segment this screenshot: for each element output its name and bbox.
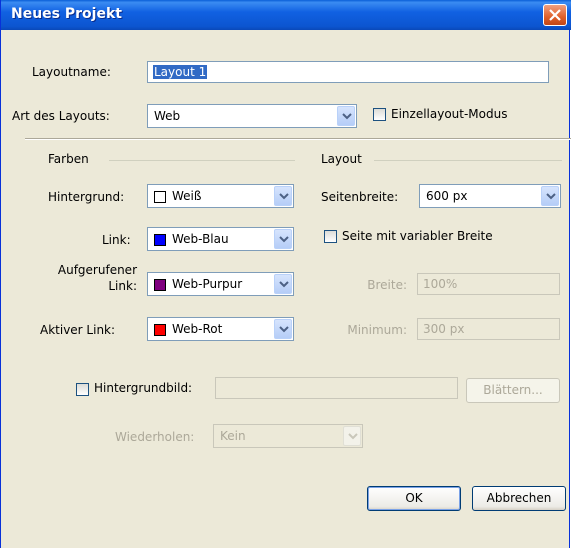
- background-color-dropdown[interactable]: Weiß: [147, 184, 294, 208]
- separator: [25, 138, 571, 140]
- layout-type-dropdown[interactable]: Web: [147, 104, 357, 128]
- chevron-down-icon[interactable]: [274, 229, 292, 249]
- close-button[interactable]: [543, 4, 567, 26]
- width-label: Breite:: [367, 278, 407, 292]
- minimum-input[interactable]: 300 px: [417, 318, 560, 340]
- page-width-dropdown[interactable]: 600 px: [419, 184, 561, 208]
- variable-width-checkbox[interactable]: [324, 230, 337, 243]
- page-width-value: 600 px: [426, 189, 468, 203]
- background-color-label: Hintergrund:: [48, 190, 125, 204]
- layoutname-value: Layout 1: [153, 65, 208, 79]
- background-image-checkbox[interactable]: [76, 383, 89, 396]
- layout-group-line: [374, 160, 562, 161]
- window-title: Neues Projekt: [11, 6, 122, 22]
- width-value: 100%: [423, 277, 458, 291]
- background-image-label: Hintergrundbild:: [94, 381, 193, 395]
- layout-group-label: Layout: [321, 152, 362, 166]
- title-bar[interactable]: Neues Projekt: [1, 0, 571, 30]
- page-width-label: Seitenbreite:: [321, 190, 399, 204]
- layout-type-value: Web: [154, 109, 181, 123]
- active-link-color-dropdown[interactable]: Web-Rot: [147, 317, 294, 341]
- repeat-label: Wiederholen:: [115, 430, 195, 444]
- variable-width-label: Seite mit variabler Breite: [342, 229, 493, 243]
- active-link-color-swatch: [154, 324, 166, 336]
- new-project-dialog: Neues Projekt Layoutname: Layout 1 Art d…: [0, 0, 571, 548]
- active-link-color-value: Web-Rot: [172, 322, 223, 336]
- visited-link-color-swatch: [154, 279, 166, 291]
- visited-link-color-value: Web-Purpur: [172, 277, 243, 291]
- single-layout-mode-label: Einzellayout-Modus: [391, 107, 508, 121]
- visited-link-label-line1: Aufgerufener: [57, 263, 137, 277]
- ok-button[interactable]: OK: [367, 486, 461, 511]
- visited-link-color-dropdown[interactable]: Web-Purpur: [147, 272, 294, 296]
- browse-button[interactable]: Blättern...: [466, 378, 560, 403]
- width-input[interactable]: 100%: [417, 273, 560, 295]
- colors-group-line: [109, 160, 295, 161]
- visited-link-label-line2: Link:: [108, 279, 137, 293]
- link-color-dropdown[interactable]: Web-Blau: [147, 227, 294, 251]
- minimum-label: Minimum:: [347, 323, 407, 337]
- layout-type-label: Art des Layouts:: [12, 109, 110, 123]
- chevron-down-icon[interactable]: [274, 186, 292, 206]
- minimum-value: 300 px: [423, 322, 465, 336]
- link-color-value: Web-Blau: [172, 232, 229, 246]
- background-color-value: Weiß: [172, 189, 202, 203]
- repeat-dropdown[interactable]: Kein: [213, 424, 363, 448]
- link-color-label: Link:: [102, 233, 131, 247]
- repeat-value: Kein: [220, 429, 246, 443]
- chevron-down-icon[interactable]: [274, 319, 292, 339]
- link-color-swatch: [154, 234, 166, 246]
- chevron-down-icon[interactable]: [343, 426, 361, 446]
- background-color-swatch: [154, 191, 166, 203]
- chevron-down-icon[interactable]: [274, 274, 292, 294]
- close-icon: [549, 9, 561, 21]
- active-link-color-label: Aktiver Link:: [40, 323, 116, 337]
- cancel-button[interactable]: Abbrechen: [472, 486, 566, 511]
- layoutname-input[interactable]: Layout 1: [147, 61, 549, 83]
- chevron-down-icon[interactable]: [541, 186, 559, 206]
- single-layout-mode-checkbox[interactable]: [373, 108, 386, 121]
- layoutname-label: Layoutname:: [32, 65, 111, 79]
- colors-group-label: Farben: [48, 152, 89, 166]
- background-image-path-input[interactable]: [215, 377, 458, 399]
- chevron-down-icon[interactable]: [337, 106, 355, 126]
